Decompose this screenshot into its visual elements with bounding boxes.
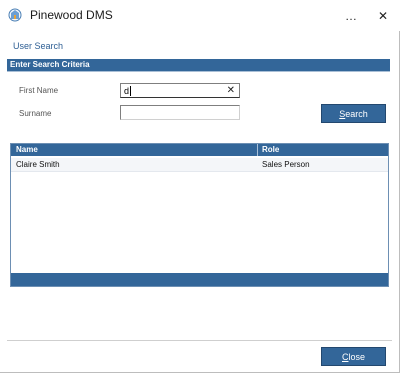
results-grid: Name Role Claire Smith Sales Person [10, 143, 389, 287]
user-search-window: Pinewood DMS … ✕ User Search Enter Searc… [0, 0, 400, 373]
first-name-label: First Name [19, 86, 59, 95]
search-criteria-header: Enter Search Criteria [7, 59, 390, 71]
more-icon[interactable]: … [334, 0, 368, 31]
clear-icon[interactable]: ✕ [227, 84, 235, 97]
text-caret [130, 86, 131, 96]
search-button[interactable]: Search [321, 104, 386, 123]
user-search-link[interactable]: User Search [13, 41, 63, 51]
column-separator[interactable] [257, 144, 258, 156]
cell-name: Claire Smith [16, 160, 60, 169]
grid-footer [11, 273, 388, 286]
title-bar: Pinewood DMS … ✕ [0, 0, 400, 31]
close-button[interactable]: Close [321, 347, 386, 366]
header-divider [7, 71, 390, 72]
cell-role: Sales Person [262, 160, 310, 169]
close-window-icon[interactable]: ✕ [366, 0, 400, 31]
first-name-input[interactable]: d ✕ [120, 83, 240, 98]
footer-divider [7, 340, 392, 341]
column-header-name[interactable]: Name [16, 144, 38, 156]
grid-header: Name Role [11, 144, 388, 156]
first-name-value: d [124, 86, 130, 96]
app-icon [8, 8, 22, 22]
surname-input[interactable] [120, 105, 240, 120]
close-button-label: lose [348, 351, 365, 362]
search-button-label: earch [345, 108, 368, 119]
table-row[interactable]: Claire Smith Sales Person [11, 158, 388, 172]
column-header-role[interactable]: Role [262, 144, 279, 156]
surname-label: Surname [19, 109, 52, 118]
window-title: Pinewood DMS [30, 8, 113, 22]
